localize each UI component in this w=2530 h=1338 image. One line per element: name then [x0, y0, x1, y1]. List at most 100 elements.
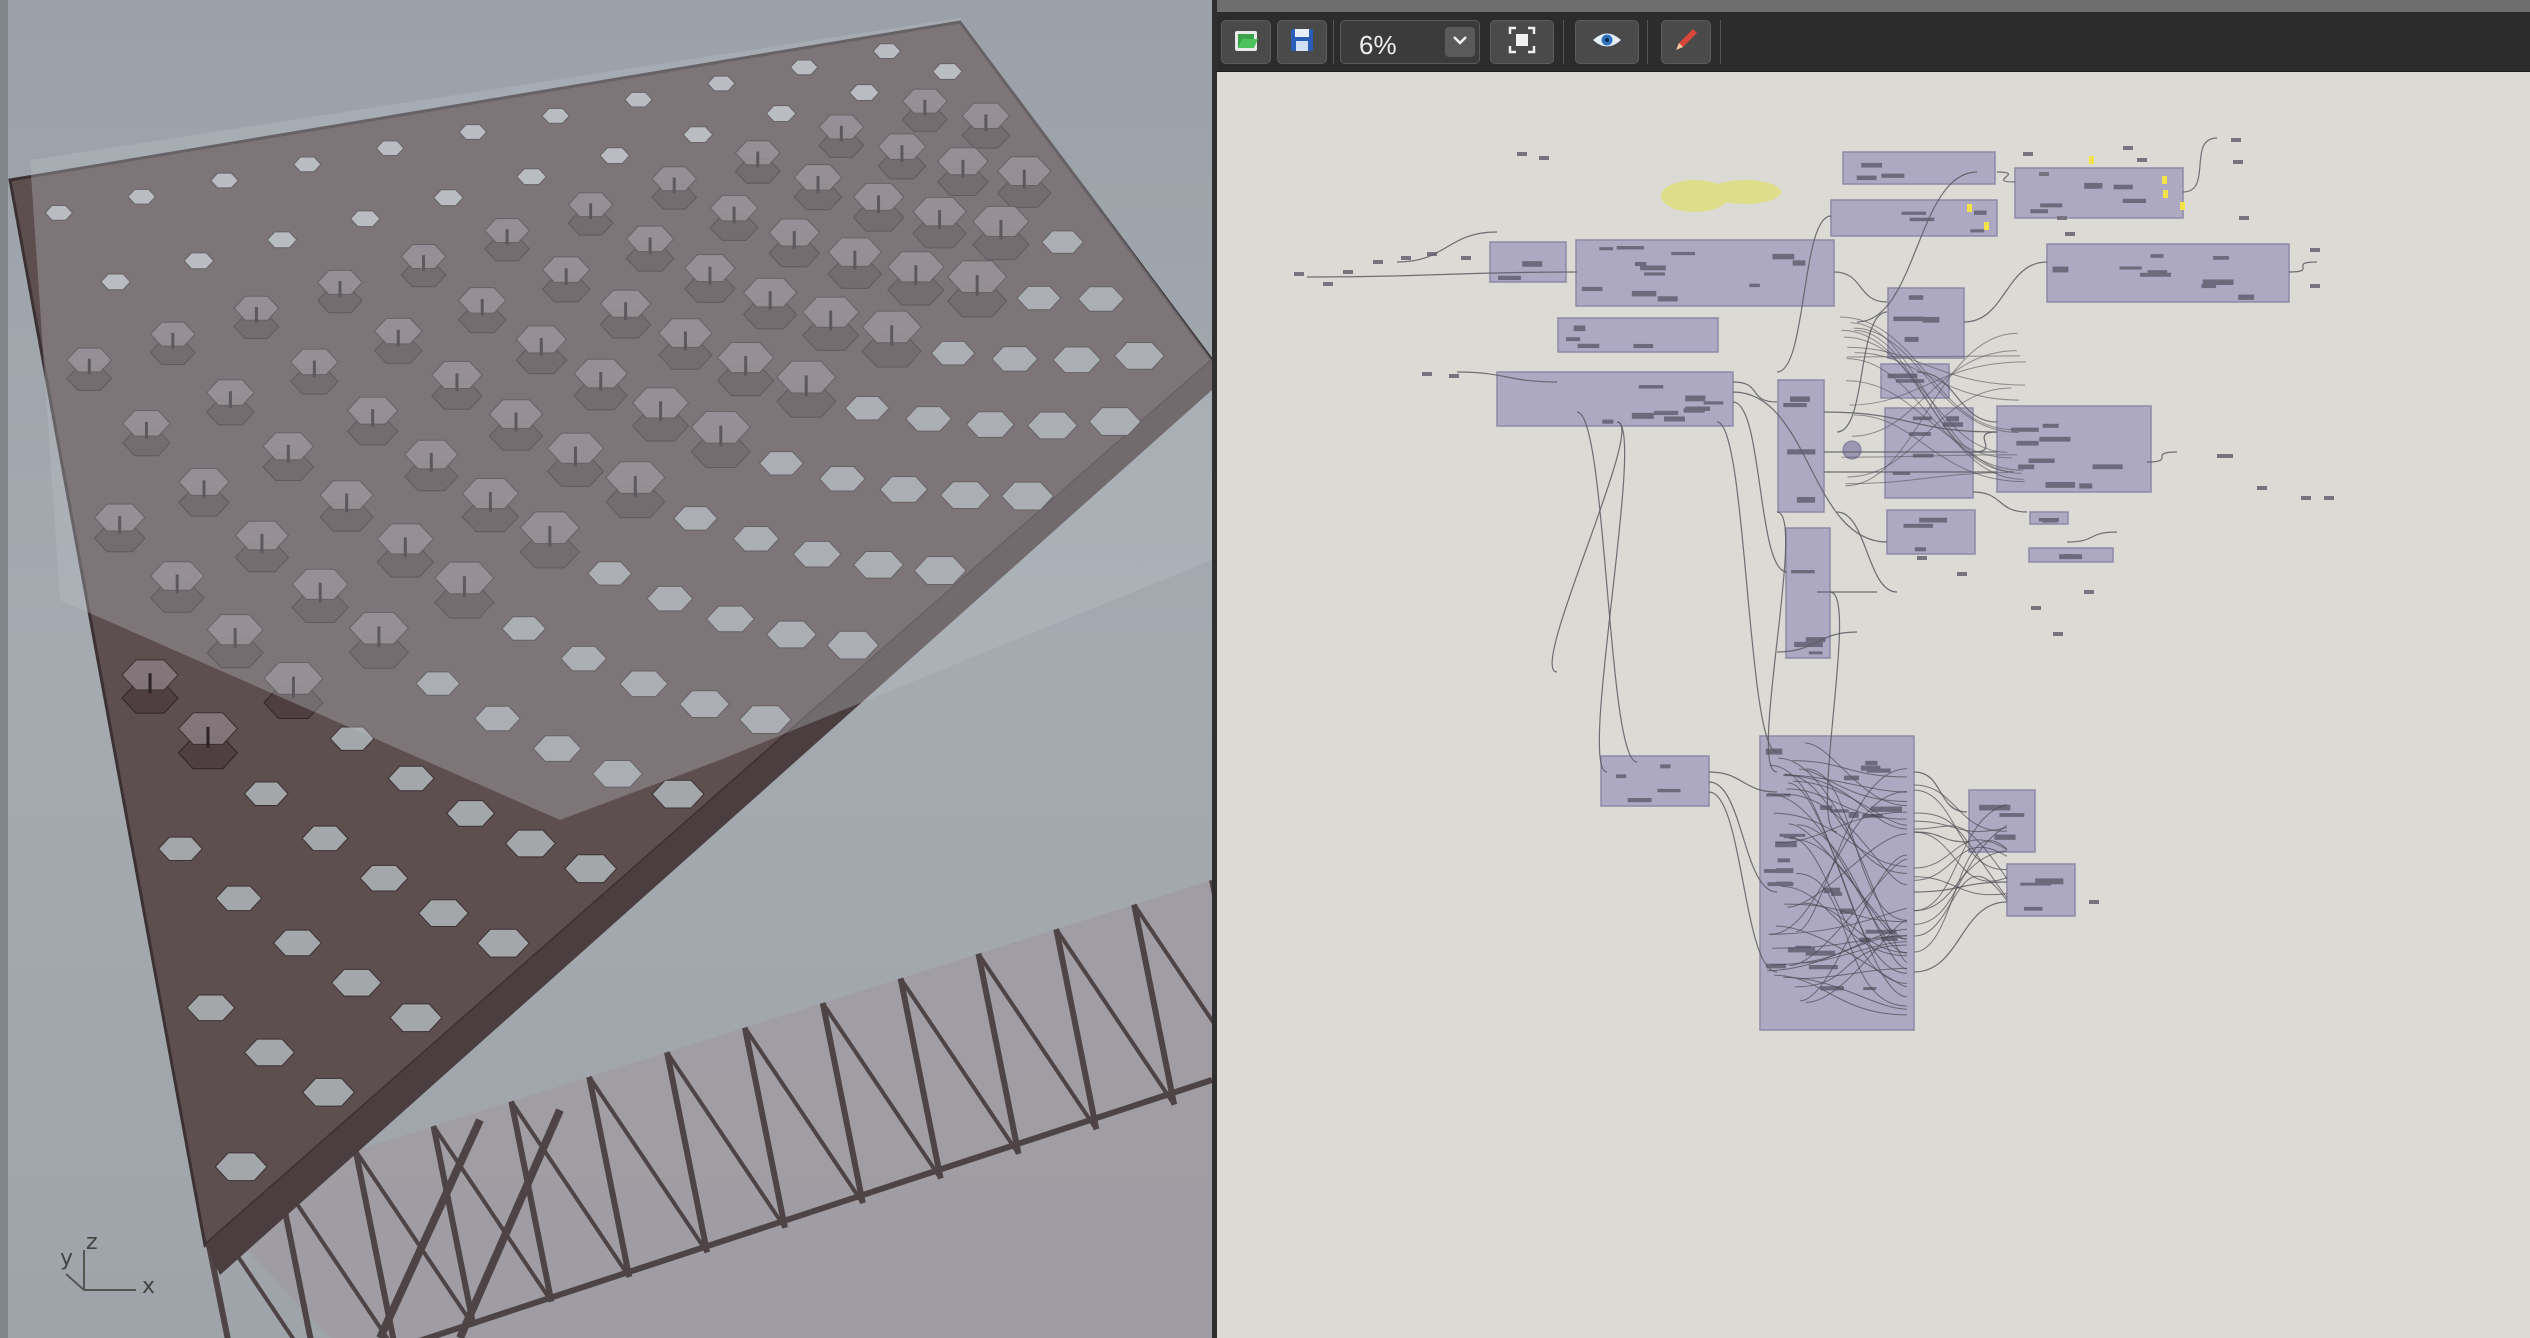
node[interactable]	[2217, 454, 2227, 458]
node[interactable]	[2035, 878, 2064, 885]
node[interactable]	[2201, 283, 2217, 289]
node[interactable]	[1640, 265, 1666, 271]
node[interactable]	[1323, 282, 1333, 286]
node[interactable]	[2011, 427, 2039, 432]
open-file-button[interactable]	[1221, 20, 1271, 64]
node[interactable]	[2238, 294, 2255, 300]
node[interactable]	[2150, 254, 2164, 258]
node[interactable]	[1795, 945, 1811, 952]
node[interactable]	[2310, 284, 2320, 288]
node[interactable]	[2137, 158, 2147, 162]
zoom-extents-button[interactable]	[1490, 20, 1554, 64]
node[interactable]	[1895, 379, 1925, 383]
node[interactable]	[1449, 374, 1459, 378]
node[interactable]	[1627, 798, 1652, 803]
node[interactable]	[2018, 464, 2035, 470]
node[interactable]	[1865, 760, 1878, 766]
node[interactable]	[2231, 138, 2241, 142]
node[interactable]	[2089, 900, 2099, 904]
node[interactable]	[2039, 172, 2049, 176]
node[interactable]	[2092, 464, 2123, 470]
node[interactable]	[1779, 833, 1806, 837]
node[interactable]	[1343, 270, 1353, 274]
node[interactable]	[2310, 248, 2320, 252]
node[interactable]	[2057, 216, 2067, 220]
node[interactable]	[1616, 246, 1645, 250]
node[interactable]	[1683, 408, 1705, 413]
node[interactable]	[1919, 517, 1948, 523]
group-box[interactable]	[1886, 509, 1976, 555]
node[interactable]	[2213, 256, 2229, 260]
node[interactable]	[2031, 606, 2041, 610]
node[interactable]	[1922, 316, 1940, 323]
node[interactable]	[1808, 651, 1823, 655]
node[interactable]	[2084, 590, 2094, 594]
node[interactable]	[1633, 343, 1654, 349]
node[interactable]	[1777, 858, 1791, 863]
node[interactable]	[1861, 162, 1883, 168]
node[interactable]	[1775, 868, 1794, 874]
node[interactable]	[2028, 458, 2055, 463]
node[interactable]	[2039, 436, 2071, 442]
node[interactable]	[2113, 184, 2133, 190]
node[interactable]	[2063, 554, 2074, 559]
node[interactable]	[2045, 482, 2076, 488]
node[interactable]	[2324, 496, 2334, 500]
node[interactable]	[2042, 423, 2059, 428]
node[interactable]	[1294, 272, 1304, 276]
node[interactable]	[2052, 266, 2069, 273]
node[interactable]	[1422, 372, 1432, 376]
node[interactable]	[1644, 272, 1665, 276]
node-canvas[interactable]	[1217, 72, 2530, 1338]
node[interactable]	[1660, 764, 1671, 769]
node[interactable]	[1638, 385, 1664, 389]
node[interactable]	[1653, 410, 1679, 416]
node[interactable]	[1373, 260, 1383, 264]
node[interactable]	[2257, 486, 2267, 490]
group-box[interactable]	[1887, 287, 1965, 359]
save-file-button[interactable]	[1277, 20, 1327, 64]
node[interactable]	[1994, 834, 2016, 840]
node[interactable]	[1581, 286, 1603, 292]
node[interactable]	[1599, 247, 1614, 251]
node[interactable]	[1539, 156, 1549, 160]
node[interactable]	[1970, 229, 1985, 233]
node[interactable]	[2233, 160, 2243, 164]
node[interactable]	[1577, 343, 1600, 349]
node[interactable]	[1999, 813, 2025, 817]
node[interactable]	[1498, 275, 1521, 281]
node[interactable]	[1881, 173, 1905, 178]
node[interactable]	[1657, 788, 1681, 793]
group-box[interactable]	[1600, 755, 1710, 807]
zoom-dropdown-button[interactable]	[1445, 27, 1475, 57]
node[interactable]	[1863, 986, 1877, 991]
group-box[interactable]	[1575, 239, 1835, 307]
canopy-model[interactable]	[0, 0, 1212, 1338]
node[interactable]	[2147, 270, 2168, 276]
node-graph[interactable]	[1217, 72, 2530, 1338]
preview-toggle-button[interactable]	[1575, 20, 1639, 64]
node[interactable]	[1901, 211, 1927, 215]
node[interactable]	[2087, 182, 2103, 189]
node[interactable]	[1796, 496, 1816, 503]
node[interactable]	[2123, 146, 2133, 150]
node[interactable]	[2301, 496, 2311, 500]
node[interactable]	[1703, 401, 1724, 405]
node[interactable]	[1909, 217, 1935, 222]
node[interactable]	[1522, 261, 1543, 267]
node[interactable]	[1893, 316, 1925, 322]
node[interactable]	[1517, 152, 1527, 156]
node[interactable]	[2239, 216, 2249, 220]
node[interactable]	[1776, 881, 1792, 886]
node[interactable]	[1908, 295, 1924, 300]
node[interactable]	[1791, 570, 1815, 574]
node[interactable]	[1904, 336, 1919, 342]
node[interactable]	[1631, 290, 1657, 297]
node[interactable]	[2065, 232, 2075, 236]
node[interactable]	[1631, 412, 1654, 419]
node[interactable]	[1461, 256, 1471, 260]
node[interactable]	[2053, 632, 2063, 636]
node[interactable]	[1602, 419, 1614, 424]
node[interactable]	[2023, 152, 2033, 156]
sketch-tool-button[interactable]	[1661, 20, 1711, 64]
